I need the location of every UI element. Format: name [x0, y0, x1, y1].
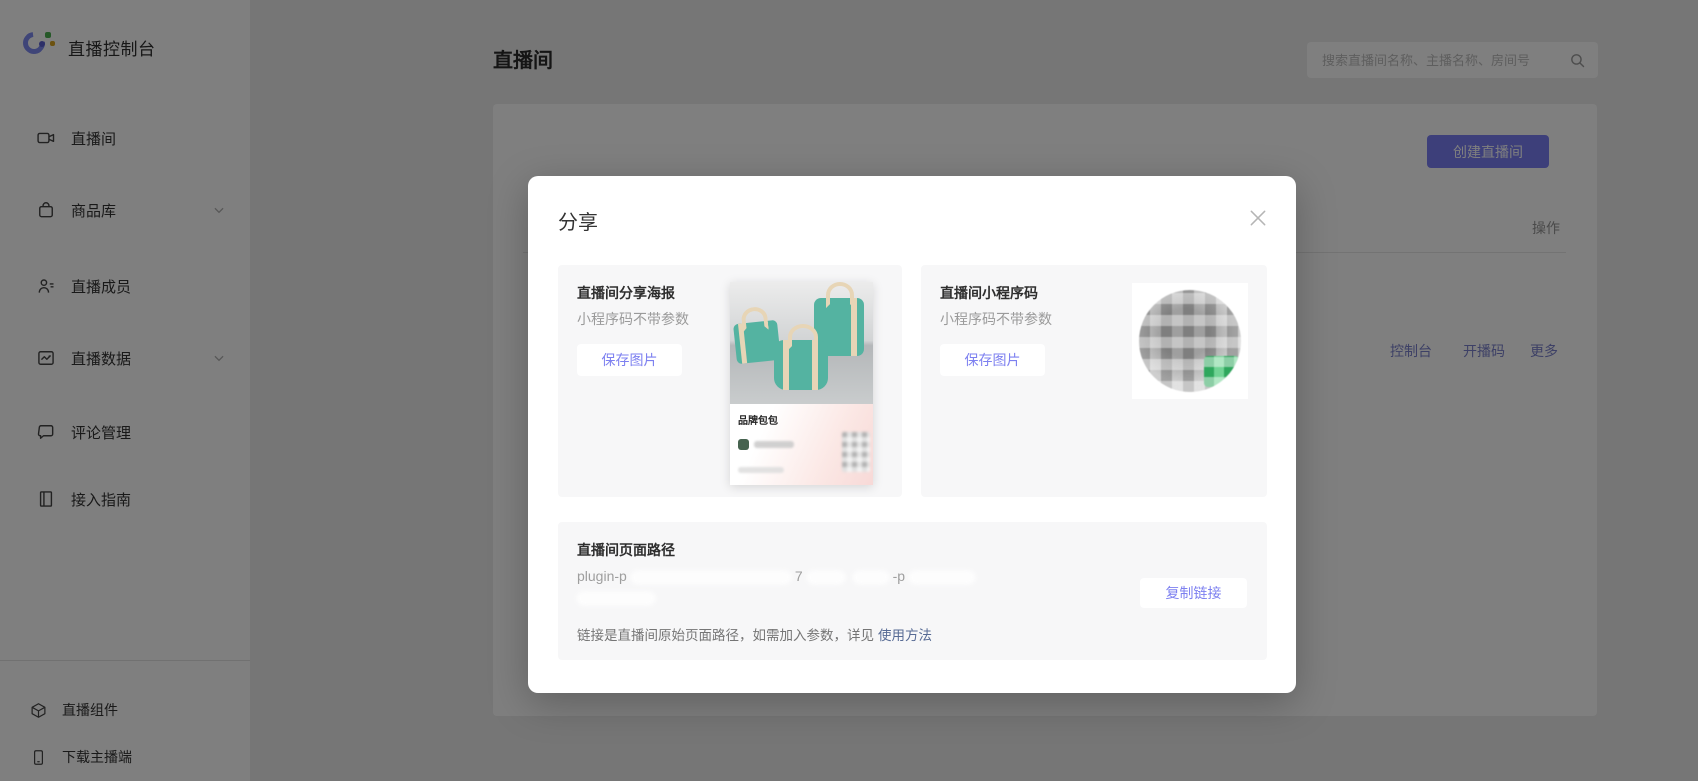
redacted-text: [806, 570, 845, 584]
mini-program-code-green-corner: [1204, 356, 1239, 387]
save-qrcode-button[interactable]: 保存图片: [940, 344, 1045, 376]
mini-program-code-image: [1132, 283, 1248, 399]
path-fragment: plugin-p: [577, 568, 627, 584]
close-icon[interactable]: [1244, 204, 1272, 232]
share-modal: 分享 直播间分享海报 小程序码不带参数 保存图片 品牌包包 直播间小程序码 小程…: [528, 176, 1296, 693]
path-fragment: 7: [794, 568, 803, 584]
path-fragment: -p: [892, 568, 906, 584]
modal-title: 分享: [558, 212, 598, 234]
poster-brand-name: 品牌包包: [738, 416, 778, 427]
poster-product-photo: [730, 282, 873, 404]
qrcode-section-subtitle: 小程序码不带参数: [940, 311, 1052, 327]
poster-section-subtitle: 小程序码不带参数: [577, 311, 689, 327]
poster-section: 直播间分享海报 小程序码不带参数 保存图片 品牌包包: [558, 265, 902, 497]
poster-section-title: 直播间分享海报: [577, 285, 675, 301]
copy-link-button[interactable]: 复制链接: [1140, 578, 1247, 608]
save-poster-button[interactable]: 保存图片: [577, 344, 682, 376]
poster-blurred-caption: [738, 467, 784, 473]
room-path-text-line2: [577, 590, 659, 608]
screen: 直播控制台 直播间 商品库 直播成员: [0, 0, 1698, 781]
share-poster-image: 品牌包包: [730, 282, 873, 485]
redacted-text: [909, 570, 976, 584]
path-section-title: 直播间页面路径: [577, 542, 675, 558]
poster-qr-code: [842, 432, 870, 472]
poster-blurred-text: [754, 441, 794, 448]
usage-guide-link[interactable]: 使用方法: [878, 628, 932, 643]
path-section: 直播间页面路径 plugin-p 7 -p 链接是直播间原始页面路径，如需加入参数，…: [558, 522, 1267, 660]
poster-info-area: 品牌包包: [730, 404, 873, 485]
path-note-text: 链接是直播间原始页面路径，如需加入参数，详见: [577, 628, 874, 643]
redacted-text: [630, 570, 791, 584]
poster-bag-front: [774, 324, 828, 390]
redacted-text: [852, 570, 889, 584]
room-path-text: plugin-p 7 -p: [577, 568, 979, 584]
mini-program-code-circle: [1139, 290, 1241, 392]
qrcode-section: 直播间小程序码 小程序码不带参数 保存图片: [921, 265, 1267, 497]
qrcode-section-title: 直播间小程序码: [940, 285, 1038, 301]
poster-account-icon: [738, 439, 749, 450]
redacted-text: [577, 592, 655, 606]
path-note: 链接是直播间原始页面路径，如需加入参数，详见 使用方法: [577, 624, 932, 644]
